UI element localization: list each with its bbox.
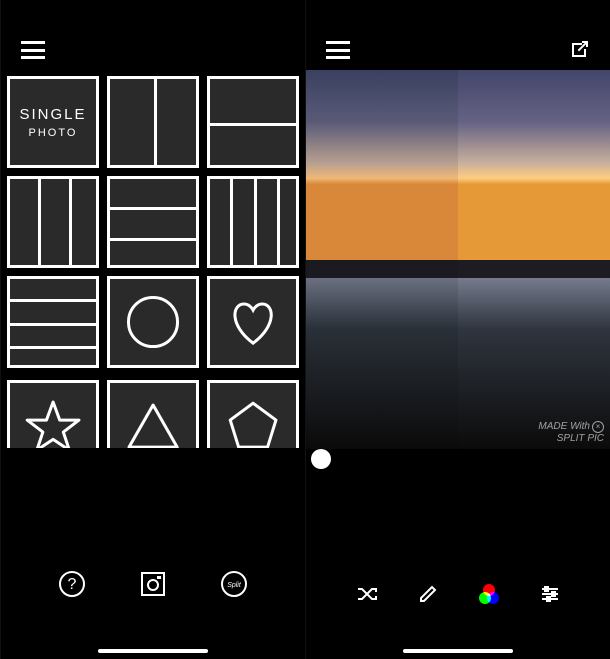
header <box>306 0 610 70</box>
shuffle-button[interactable] <box>352 579 382 609</box>
layout-split-v3[interactable] <box>7 176 99 268</box>
editor-toolbar <box>306 449 610 659</box>
layout-grid: SINGLE PHOTO <box>1 70 305 374</box>
layout-split-v2[interactable] <box>107 76 199 168</box>
edit-button[interactable] <box>413 579 443 609</box>
split-photo-canvas[interactable] <box>306 70 610 449</box>
photo-right-half[interactable] <box>458 70 610 449</box>
logo-button[interactable]: Split <box>219 569 249 599</box>
layout-triangle[interactable] <box>107 380 199 448</box>
svg-text:?: ? <box>67 576 76 593</box>
photo-left-half[interactable] <box>306 70 458 449</box>
layout-selection-screen: SINGLE PHOTO <box>0 0 305 659</box>
share-icon[interactable] <box>568 39 590 61</box>
close-watermark-icon[interactable]: × <box>592 421 604 433</box>
svg-text:Split: Split <box>228 582 243 589</box>
layout-split-h2[interactable] <box>207 76 299 168</box>
home-indicator[interactable] <box>98 649 208 653</box>
menu-icon[interactable] <box>326 41 350 59</box>
layout-split-v4[interactable] <box>207 176 299 268</box>
editor-screen: MADE With× SPLIT PIC <box>305 0 610 659</box>
star-icon <box>23 396 83 448</box>
camera-button[interactable] <box>138 569 168 599</box>
layout-pentagon[interactable] <box>207 380 299 448</box>
heart-icon <box>223 292 283 352</box>
adjust-button[interactable] <box>535 579 565 609</box>
split-divider-handle[interactable] <box>311 449 331 469</box>
layout-heart[interactable] <box>207 276 299 368</box>
rgb-icon <box>479 584 499 604</box>
help-button[interactable]: ? <box>57 569 87 599</box>
bottom-toolbar: ? Split <box>1 529 305 659</box>
layout-single[interactable]: SINGLE PHOTO <box>7 76 99 168</box>
layout-grid-row4 <box>1 374 305 448</box>
circle-icon <box>127 296 179 348</box>
watermark[interactable]: MADE With× SPLIT PIC <box>538 421 604 444</box>
layout-star[interactable] <box>7 380 99 448</box>
home-indicator[interactable] <box>403 649 513 653</box>
header <box>1 0 305 70</box>
layout-circle[interactable] <box>107 276 199 368</box>
color-button[interactable] <box>474 579 504 609</box>
layout-single-label: SINGLE PHOTO <box>19 106 86 139</box>
triangle-icon <box>123 396 183 448</box>
menu-icon[interactable] <box>21 41 45 59</box>
layout-split-h3[interactable] <box>107 176 199 268</box>
layout-split-h4[interactable] <box>7 276 99 368</box>
pentagon-icon <box>223 396 283 448</box>
